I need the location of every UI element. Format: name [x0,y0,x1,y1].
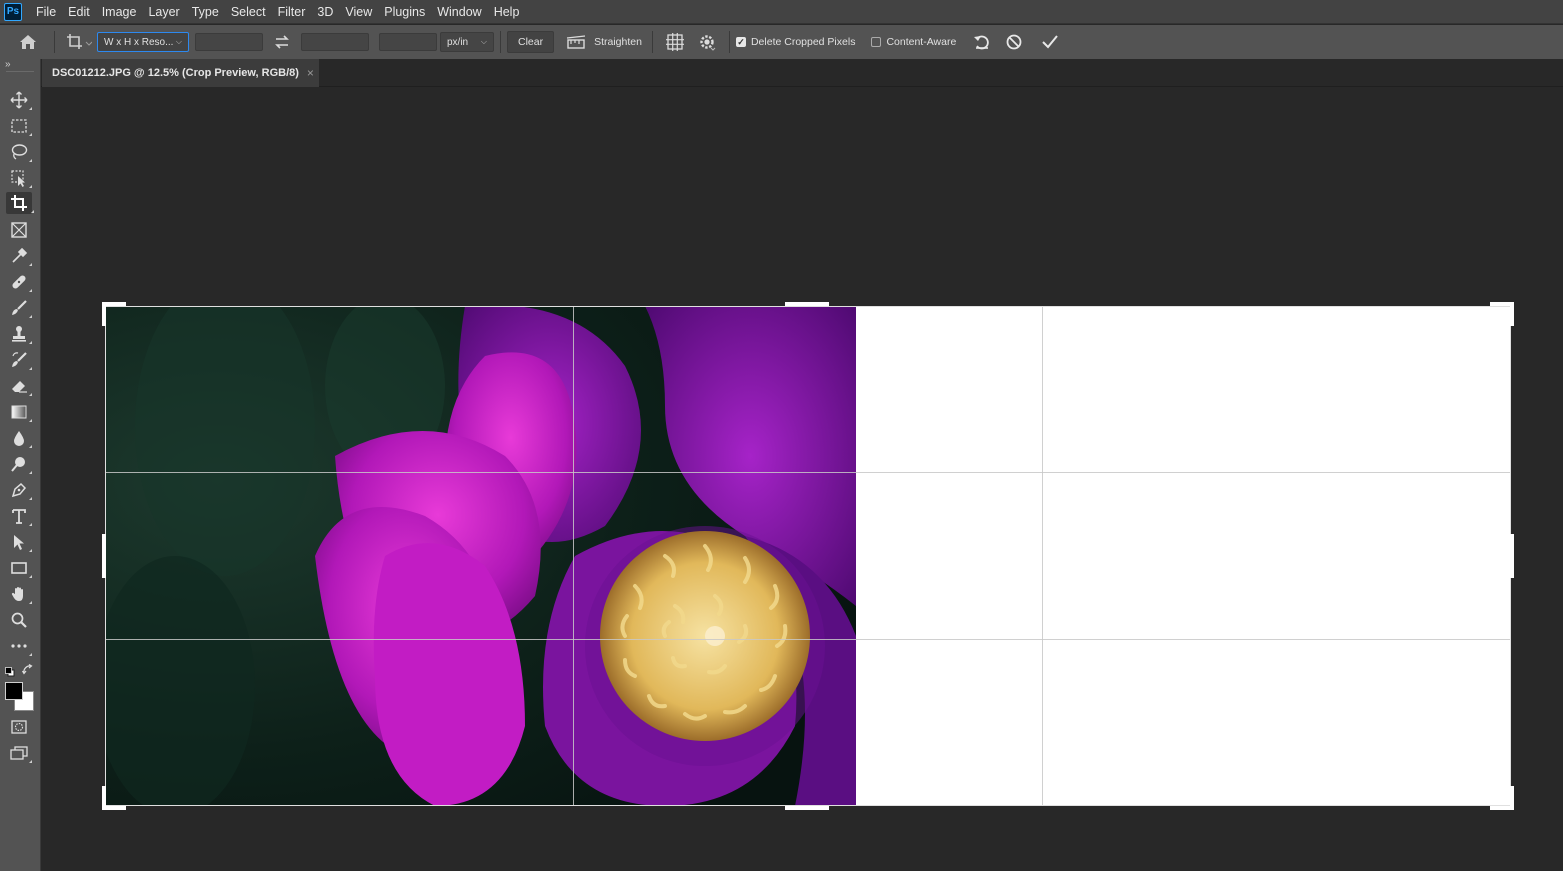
lasso-tool-icon[interactable] [8,141,32,163]
reset-icon[interactable] [966,30,998,54]
height-field[interactable] [301,33,369,51]
pen-tool-icon[interactable] [8,479,32,501]
crop-handle-top-right[interactable] [1510,302,1514,326]
move-tool-icon[interactable] [8,89,32,111]
crop-handle-top-left[interactable] [102,302,106,326]
swap-colors-icon[interactable] [21,663,34,681]
options-bar: W x H x Reso... ⌵ px/in ⌵ Clear Straight… [0,25,1563,59]
blur-tool-icon[interactable] [8,427,32,449]
frame-tool-icon[interactable] [8,219,30,241]
delete-cropped-label[interactable]: Delete Cropped Pixels [751,36,855,48]
default-colors-icon[interactable] [5,664,15,682]
menu-view[interactable]: View [339,5,378,19]
crop-handle-bottom-left[interactable] [102,786,106,810]
menu-file[interactable]: File [30,5,62,19]
menu-3d[interactable]: 3D [311,5,339,19]
menu-help[interactable]: Help [488,5,526,19]
menu-filter[interactable]: Filter [272,5,312,19]
clear-button[interactable]: Clear [507,31,555,53]
more-tools-icon[interactable] [8,635,32,657]
crop-border [105,306,1511,806]
menu-select[interactable]: Select [225,5,272,19]
crop-handle-left[interactable] [102,534,106,578]
document-tab[interactable]: DSC01212.JPG @ 12.5% (Crop Preview, RGB/… [42,59,319,87]
resolution-field[interactable] [379,33,437,51]
width-field[interactable] [195,33,263,51]
crop-handle-bottom[interactable] [785,806,829,810]
divider [728,31,730,53]
divider [651,31,653,53]
object-selection-tool-icon[interactable] [8,167,32,189]
tools-panel: » [0,59,41,871]
photoshop-logo-icon[interactable]: Ps [4,2,22,21]
dodge-tool-icon[interactable] [8,453,32,475]
quick-mask-icon[interactable] [8,716,30,738]
unit-dropdown[interactable]: px/in ⌵ [440,32,494,52]
unit-value: px/in [447,36,469,48]
brush-tool-icon[interactable] [8,297,32,319]
delete-cropped-checkbox[interactable] [735,37,746,47]
path-selection-tool-icon[interactable] [8,531,32,553]
marquee-tool-icon[interactable] [8,115,32,137]
swap-icon[interactable] [263,30,301,54]
gradient-tool-icon[interactable] [8,401,32,423]
canvas-area[interactable] [41,88,1563,871]
overlay-grid-icon[interactable] [659,30,691,54]
content-aware-label[interactable]: Content-Aware [886,36,956,48]
screen-mode-icon[interactable] [8,742,32,764]
eyedropper-tool-icon[interactable] [8,245,32,267]
crop-handle-top[interactable] [785,302,829,306]
healing-brush-tool-icon[interactable] [8,271,32,293]
menu-edit[interactable]: Edit [62,5,96,19]
clone-stamp-tool-icon[interactable] [8,323,32,345]
crop-handle-right[interactable] [1510,534,1514,578]
content-aware-checkbox[interactable] [871,37,882,47]
ratio-preset-dropdown[interactable]: W x H x Reso... ⌵ [97,32,189,52]
straighten-label[interactable]: Straighten [594,36,642,48]
ratio-preset-value: W x H x Reso... [104,36,174,48]
hand-tool-icon[interactable] [8,583,32,605]
cancel-crop-icon[interactable] [998,30,1030,54]
type-tool-icon[interactable] [8,505,32,527]
menu-layer[interactable]: Layer [142,5,185,19]
menu-plugins[interactable]: Plugins [378,5,431,19]
home-icon[interactable] [8,30,48,54]
crop-preview[interactable] [105,306,1511,806]
menu-image[interactable]: Image [96,5,143,19]
zoom-tool-icon[interactable] [8,609,30,631]
divider [6,71,34,72]
menu-type[interactable]: Type [186,5,225,19]
close-icon[interactable]: × [307,66,314,80]
commit-crop-icon[interactable] [1030,30,1070,54]
menu-bar: Ps File Edit Image Layer Type Select Fil… [0,0,1563,24]
straighten-icon[interactable] [558,30,594,54]
document-tab-bar: DSC01212.JPG @ 12.5% (Crop Preview, RGB/… [41,59,1563,87]
crop-tool-icon[interactable] [6,192,34,214]
document-tab-title: DSC01212.JPG @ 12.5% (Crop Preview, RGB/… [52,67,299,79]
foreground-color-swatch[interactable] [5,682,23,700]
eraser-tool-icon[interactable] [8,375,32,397]
divider [500,31,501,53]
divider [54,31,55,53]
chevron-down-icon: ⌵ [480,37,487,46]
gear-icon[interactable] [691,30,723,54]
chevron-down-icon: ⌵ [175,37,182,46]
panel-collapse-icon[interactable]: » [5,59,11,70]
crop-handle-bottom-right[interactable] [1510,786,1514,810]
rectangle-tool-icon[interactable] [8,557,32,579]
history-brush-tool-icon[interactable] [8,349,32,371]
crop-preset-icon[interactable] [61,30,97,54]
menu-window[interactable]: Window [431,5,487,19]
